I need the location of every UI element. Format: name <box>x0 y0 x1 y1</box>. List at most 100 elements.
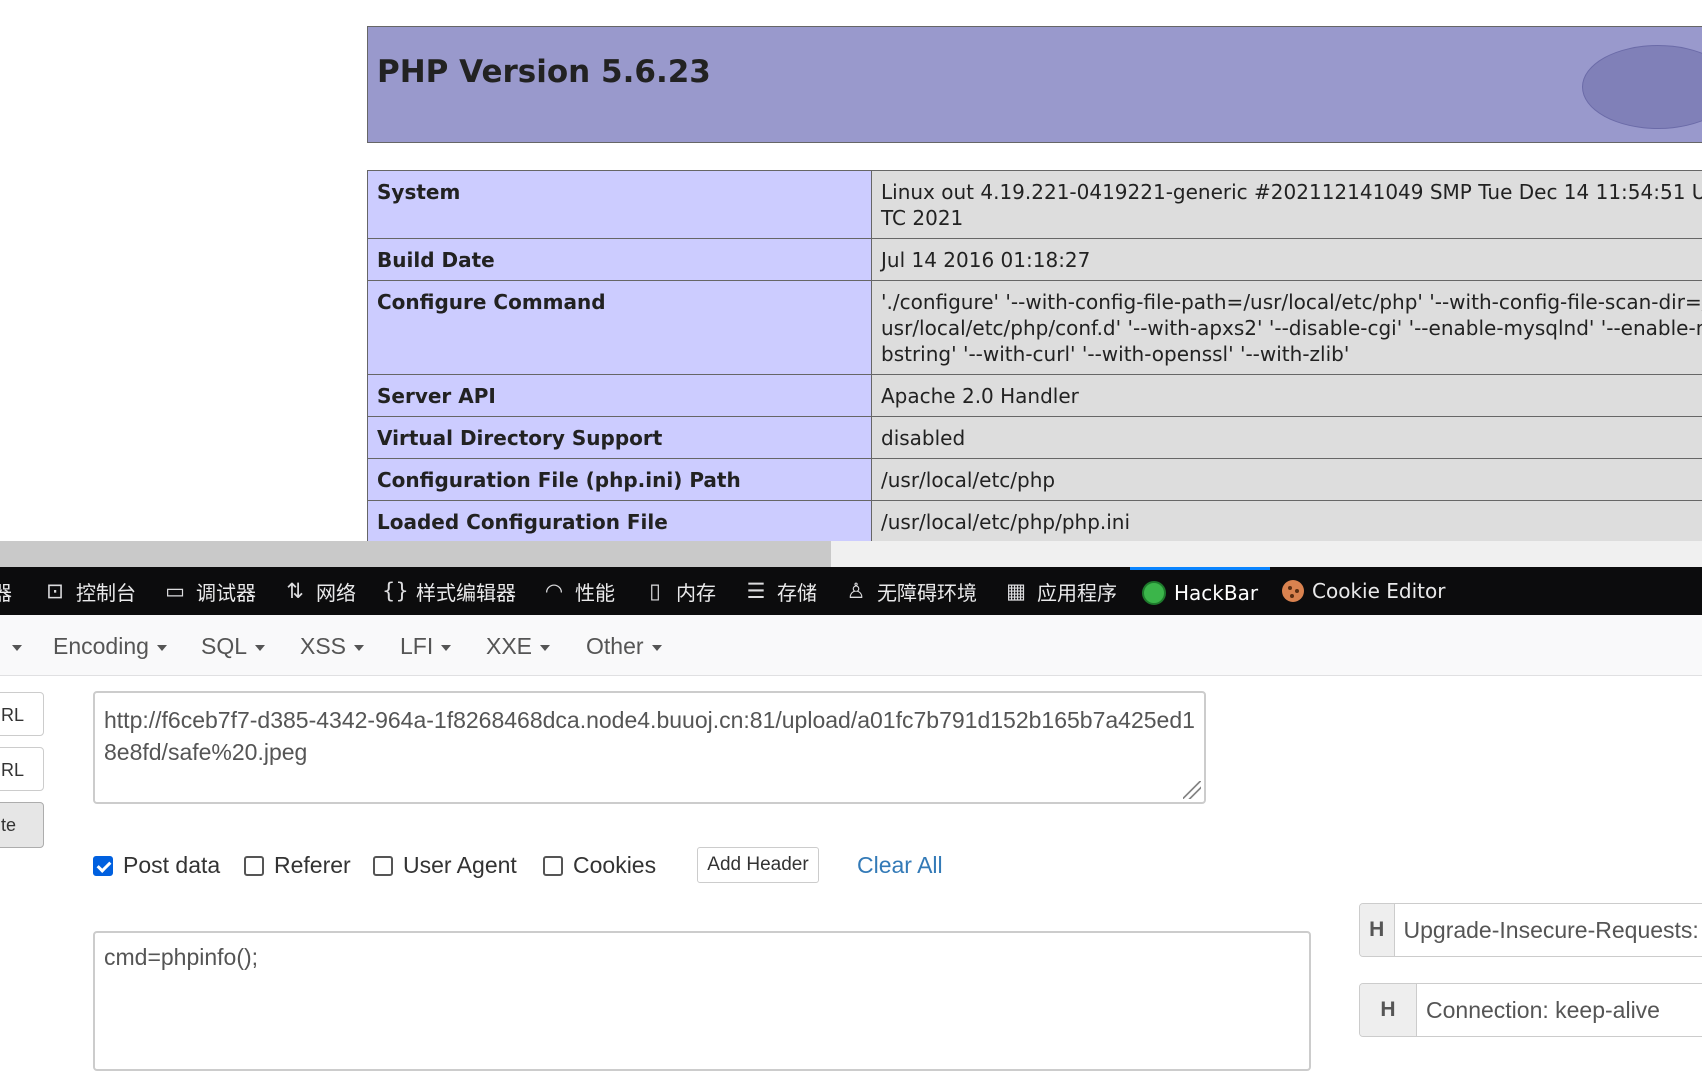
php-info-row: Configuration File (php.ini) Path/usr/lo… <box>368 459 1702 501</box>
hackbar-icon <box>1142 581 1166 605</box>
load-url-button[interactable]: RL <box>0 692 44 736</box>
tab-style-editor[interactable]: {} 样式编辑器 <box>382 567 516 615</box>
chevron-down-icon <box>157 645 167 651</box>
menu-label: LFI <box>400 633 433 659</box>
hackbar-panel: RL RL te http://f6ceb7f7-d385-4342-964a-… <box>0 676 1702 1061</box>
php-info-value: /usr/local/etc/php <box>872 459 1702 501</box>
tab-memory[interactable]: ▯ 内存 <box>642 567 716 615</box>
chevron-down-icon <box>255 645 265 651</box>
php-info-key: System <box>368 171 872 239</box>
php-info-value: Jul 14 2016 01:18:27 <box>872 239 1702 281</box>
post-data-checkbox[interactable] <box>93 856 113 876</box>
scrollbar-thumb[interactable] <box>0 541 831 567</box>
storage-icon: ☰ <box>743 579 769 603</box>
chevron-down-icon <box>354 645 364 651</box>
header-row[interactable]: H Connection: keep-alive <box>1359 983 1702 1037</box>
post-data-textarea[interactable]: cmd=phpinfo(); <box>93 931 1311 1071</box>
menu-label: XXE <box>486 633 532 659</box>
tab-console[interactable]: ⊡ 控制台 <box>42 567 136 615</box>
chevron-down-icon <box>652 645 662 651</box>
header-value[interactable]: Upgrade-Insecure-Requests: 1 <box>1395 904 1702 956</box>
php-info-row: Build DateJul 14 2016 01:18:27 <box>368 239 1702 281</box>
tab-inspector[interactable]: 器 <box>0 567 12 615</box>
cookies-option[interactable]: Cookies <box>543 852 656 879</box>
execute-button[interactable]: te <box>0 802 44 848</box>
php-info-value: disabled <box>872 417 1702 459</box>
php-info-table: SystemLinux out 4.19.221-0419221-generic… <box>367 170 1702 541</box>
cookies-checkbox[interactable] <box>543 856 563 876</box>
php-info-row: SystemLinux out 4.19.221-0419221-generic… <box>368 171 1702 239</box>
php-version-header: PHP Version 5.6.23 <box>367 26 1702 143</box>
tab-label: 器 <box>0 577 12 606</box>
tab-performance[interactable]: ◠ 性能 <box>541 567 615 615</box>
menu-label: SQL <box>201 633 247 659</box>
tab-label: 存储 <box>777 577 817 606</box>
menu-lfi[interactable]: LFI <box>400 633 451 660</box>
tab-hackbar[interactable]: HackBar <box>1130 567 1270 615</box>
gauge-icon: ◠ <box>541 579 567 603</box>
menu-other[interactable]: Other <box>586 633 662 660</box>
user-agent-checkbox[interactable] <box>373 856 393 876</box>
tab-application[interactable]: ▦ 应用程序 <box>1003 567 1117 615</box>
menu-sql[interactable]: SQL <box>201 633 265 660</box>
tab-cookie-editor[interactable]: Cookie Editor <box>1282 567 1445 615</box>
grid-icon: ▦ <box>1003 579 1029 603</box>
tab-label: 应用程序 <box>1037 577 1117 606</box>
php-info-key: Loaded Configuration File <box>368 501 872 542</box>
horizontal-scrollbar[interactable] <box>0 541 1702 567</box>
tab-label: 调试器 <box>196 577 256 606</box>
tab-debugger[interactable]: ▭ 调试器 <box>162 567 256 615</box>
add-header-button[interactable]: Add Header <box>697 847 819 883</box>
php-logo <box>1582 45 1702 129</box>
devtools-toolbar: 器 ⊡ 控制台 ▭ 调试器 ⇅ 网络 {} 样式编辑器 ◠ 性能 ▯ 内存 ☰ … <box>0 567 1702 615</box>
tab-label: 控制台 <box>76 577 136 606</box>
user-agent-option[interactable]: User Agent <box>373 852 517 879</box>
chevron-down-icon <box>540 645 550 651</box>
phpinfo-page: PHP Version 5.6.23 SystemLinux out 4.19.… <box>0 0 1702 541</box>
php-info-row: Server APIApache 2.0 Handler <box>368 375 1702 417</box>
referer-label: Referer <box>274 852 351 879</box>
chevron-down-icon <box>12 645 22 651</box>
console-icon: ⊡ <box>42 579 68 603</box>
php-info-key: Server API <box>368 375 872 417</box>
php-info-key: Virtual Directory Support <box>368 417 872 459</box>
cookie-icon <box>1282 580 1304 602</box>
menu-encoding[interactable]: Encoding <box>53 633 167 660</box>
tab-accessibility[interactable]: ♙ 无障碍环境 <box>843 567 977 615</box>
clear-all-link[interactable]: Clear All <box>857 852 943 879</box>
php-info-row: Configure Command'./configure' '--with-c… <box>368 281 1702 375</box>
menu-dropdown-partial[interactable] <box>4 633 22 660</box>
post-data-option[interactable]: Post data <box>93 852 220 879</box>
post-data-text: cmd=phpinfo(); <box>104 944 258 970</box>
tab-label: 内存 <box>676 577 716 606</box>
menu-xss[interactable]: XSS <box>300 633 364 660</box>
user-agent-label: User Agent <box>403 852 517 879</box>
php-info-row: Loaded Configuration File/usr/local/etc/… <box>368 501 1702 542</box>
php-info-key: Configuration File (php.ini) Path <box>368 459 872 501</box>
tab-label: 样式编辑器 <box>416 577 516 606</box>
header-h-label: H <box>1360 984 1417 1036</box>
tab-label: Cookie Editor <box>1312 579 1445 603</box>
url-text: http://f6ceb7f7-d385-4342-964a-1f8268468… <box>104 707 1195 765</box>
menu-label: XSS <box>300 633 346 659</box>
tab-label: HackBar <box>1174 581 1258 605</box>
php-version-title: PHP Version 5.6.23 <box>377 54 711 90</box>
braces-icon: {} <box>382 579 408 603</box>
referer-option[interactable]: Referer <box>244 852 351 879</box>
php-info-value: './configure' '--with-config-file-path=/… <box>872 281 1702 375</box>
header-value[interactable]: Connection: keep-alive <box>1417 984 1660 1036</box>
url-textarea[interactable]: http://f6ceb7f7-d385-4342-964a-1f8268468… <box>93 691 1206 804</box>
resize-handle-icon[interactable] <box>1183 781 1201 799</box>
php-info-value: Linux out 4.19.221-0419221-generic #2021… <box>872 171 1702 239</box>
debugger-icon: ▭ <box>162 579 188 603</box>
tab-network[interactable]: ⇅ 网络 <box>282 567 356 615</box>
memory-chip-icon: ▯ <box>642 579 668 603</box>
tab-storage[interactable]: ☰ 存储 <box>743 567 817 615</box>
split-url-button[interactable]: RL <box>0 747 44 791</box>
referer-checkbox[interactable] <box>244 856 264 876</box>
menu-xxe[interactable]: XXE <box>486 633 550 660</box>
php-info-key: Build Date <box>368 239 872 281</box>
header-row[interactable]: H Upgrade-Insecure-Requests: 1 <box>1359 903 1702 957</box>
tab-label: 无障碍环境 <box>877 577 977 606</box>
cookies-label: Cookies <box>573 852 656 879</box>
